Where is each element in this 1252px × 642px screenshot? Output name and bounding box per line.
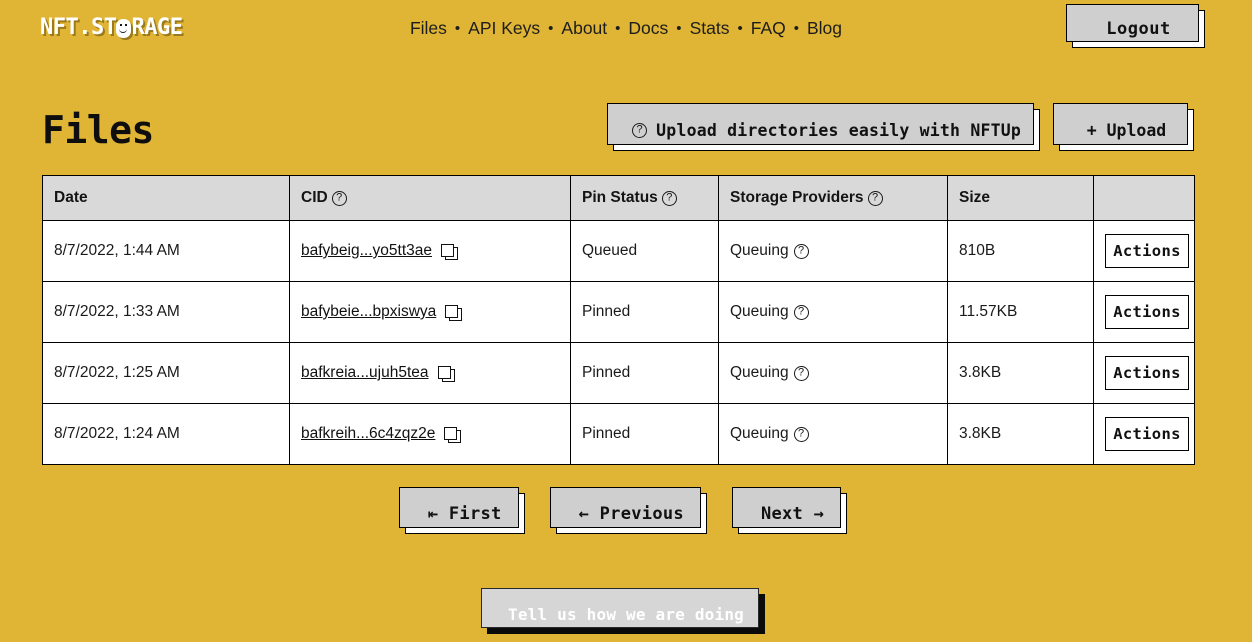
help-circle-icon <box>632 122 648 138</box>
cell-cid: bafkreih...6c4zqz2e <box>289 403 571 465</box>
smiley-face-icon <box>116 18 132 38</box>
nav-item-files[interactable]: Files <box>402 18 455 39</box>
nav-item-faq[interactable]: FAQ <box>743 18 794 39</box>
feedback-bar: Tell us how we are doing <box>0 588 1252 634</box>
cell-size: 11.57KB <box>947 281 1094 343</box>
files-table-head: Date CID Pin Status Storage P <box>42 175 1195 221</box>
feedback-button[interactable]: Tell us how we are doing <box>481 588 765 634</box>
files-table-container: Date CID Pin Status Storage P <box>42 175 1195 465</box>
upload-button[interactable]: + Upload <box>1053 103 1194 151</box>
cell-storage-provider: Queuing <box>718 342 948 404</box>
pagination-controls: ⇤ First ← Previous Next → <box>0 487 1252 534</box>
nav-item-stats[interactable]: Stats <box>682 18 738 39</box>
column-header-storage-providers: Storage Providers <box>718 175 948 221</box>
cell-pin-status: Pinned <box>570 281 719 343</box>
logo-text-part1: NFT.ST <box>40 15 117 40</box>
site-logo[interactable]: NFT.ST RAGE <box>40 15 183 40</box>
cell-pin-status: Queued <box>570 220 719 282</box>
column-header-cid-label: CID <box>301 189 328 206</box>
table-row: 8/7/2022, 1:33 AM bafybeie...bpxiswya Pi… <box>42 281 1195 343</box>
help-circle-icon[interactable] <box>793 304 809 320</box>
table-header-row: Date CID Pin Status Storage P <box>42 175 1195 221</box>
nftup-button-label: Upload directories easily with NFTUp <box>656 120 1021 140</box>
copy-icon[interactable] <box>445 304 463 321</box>
help-circle-icon[interactable] <box>661 190 677 206</box>
table-row: 8/7/2022, 1:44 AM bafybeig...yo5tt3ae Qu… <box>42 220 1195 282</box>
cell-size: 3.8KB <box>947 342 1094 404</box>
copy-icon[interactable] <box>437 365 455 382</box>
column-header-pin-status-label: Pin Status <box>582 189 658 206</box>
column-header-storage-providers-label: Storage Providers <box>730 189 864 206</box>
pagination-next-button[interactable]: Next → <box>731 487 848 534</box>
nftup-upload-directories-button[interactable]: Upload directories easily with NFTUp <box>607 103 1040 151</box>
row-actions-button[interactable]: Actions <box>1105 234 1189 268</box>
row-actions-button[interactable]: Actions <box>1105 417 1189 451</box>
cell-actions: Actions <box>1094 404 1195 465</box>
cid-link[interactable]: bafkreih...6c4zqz2e <box>301 425 435 443</box>
cell-pin-status: Pinned <box>570 342 719 404</box>
storage-provider-label: Queuing <box>730 303 789 320</box>
cell-storage-provider: Queuing <box>718 220 948 282</box>
column-header-date-label: Date <box>54 189 88 206</box>
cell-actions: Actions <box>1093 281 1195 343</box>
page-header-row: Files Upload directories easily with NFT… <box>0 103 1252 154</box>
files-table: Date CID Pin Status Storage P <box>42 175 1195 465</box>
column-header-cid: CID <box>289 175 571 221</box>
help-circle-icon[interactable] <box>793 243 809 259</box>
row-actions-button[interactable]: Actions <box>1105 356 1189 390</box>
column-header-date: Date <box>42 175 290 221</box>
cell-actions: Actions <box>1093 342 1195 404</box>
cid-link[interactable]: bafkreia...ujuh5tea <box>301 364 429 382</box>
copy-icon[interactable] <box>444 426 462 443</box>
pagination-first-button[interactable]: ⇤ First <box>398 487 525 534</box>
cell-pin-status: Pinned <box>570 403 719 465</box>
cell-date: 8/7/2022, 1:25 AM <box>42 342 290 404</box>
nav-item-blog[interactable]: Blog <box>799 18 850 39</box>
cell-date: 8/7/2022, 1:33 AM <box>42 281 290 343</box>
cell-size: 3.8KB <box>947 403 1094 465</box>
table-row: 8/7/2022, 1:24 AM bafkreih...6c4zqz2e Pi… <box>42 403 1195 465</box>
cell-cid: bafkreia...ujuh5tea <box>289 342 571 404</box>
cell-date: 8/7/2022, 1:44 AM <box>42 220 290 282</box>
help-circle-icon[interactable] <box>793 426 809 442</box>
cell-cid: bafybeig...yo5tt3ae <box>289 220 571 282</box>
help-circle-icon[interactable] <box>867 190 883 206</box>
nav-item-docs[interactable]: Docs <box>620 18 676 39</box>
table-row: 8/7/2022, 1:25 AM bafkreia...ujuh5tea Pi… <box>42 342 1195 404</box>
column-header-pin-status: Pin Status <box>570 175 719 221</box>
storage-provider-label: Queuing <box>730 425 789 442</box>
cell-size: 810B <box>947 220 1094 282</box>
column-header-size: Size <box>947 175 1094 221</box>
row-actions-button[interactable]: Actions <box>1105 295 1189 329</box>
page-header-actions: Upload directories easily with NFTUp + U… <box>607 103 1194 151</box>
pagination-previous-button[interactable]: ← Previous <box>549 487 707 534</box>
copy-icon[interactable] <box>441 243 458 260</box>
page-title: Files <box>42 108 154 152</box>
site-header: NFT.ST RAGE Files • API Keys • About • Do… <box>0 0 1252 56</box>
files-table-body: 8/7/2022, 1:44 AM bafybeig...yo5tt3ae Qu… <box>42 220 1195 465</box>
cell-storage-provider: Queuing <box>718 403 948 465</box>
help-circle-icon[interactable] <box>331 190 347 206</box>
logo-text-part2: RAGE <box>131 15 183 40</box>
help-circle-icon[interactable] <box>793 365 809 381</box>
cell-storage-provider: Queuing <box>718 281 948 343</box>
column-header-size-label: Size <box>959 189 991 206</box>
cid-link[interactable]: bafybeie...bpxiswya <box>301 303 436 321</box>
main-navigation: Files • API Keys • About • Docs • Stats … <box>0 18 1252 39</box>
column-header-actions <box>1093 175 1195 221</box>
storage-provider-label: Queuing <box>730 242 789 259</box>
cell-cid: bafybeie...bpxiswya <box>289 281 571 343</box>
cell-actions: Actions <box>1093 220 1195 282</box>
cell-date: 8/7/2022, 1:24 AM <box>42 403 290 465</box>
logout-button[interactable]: Logout <box>1066 4 1205 48</box>
cid-link[interactable]: bafybeig...yo5tt3ae <box>301 242 432 260</box>
nav-item-api-keys[interactable]: API Keys <box>460 18 548 39</box>
storage-provider-label: Queuing <box>730 364 789 381</box>
nav-item-about[interactable]: About <box>553 18 615 39</box>
